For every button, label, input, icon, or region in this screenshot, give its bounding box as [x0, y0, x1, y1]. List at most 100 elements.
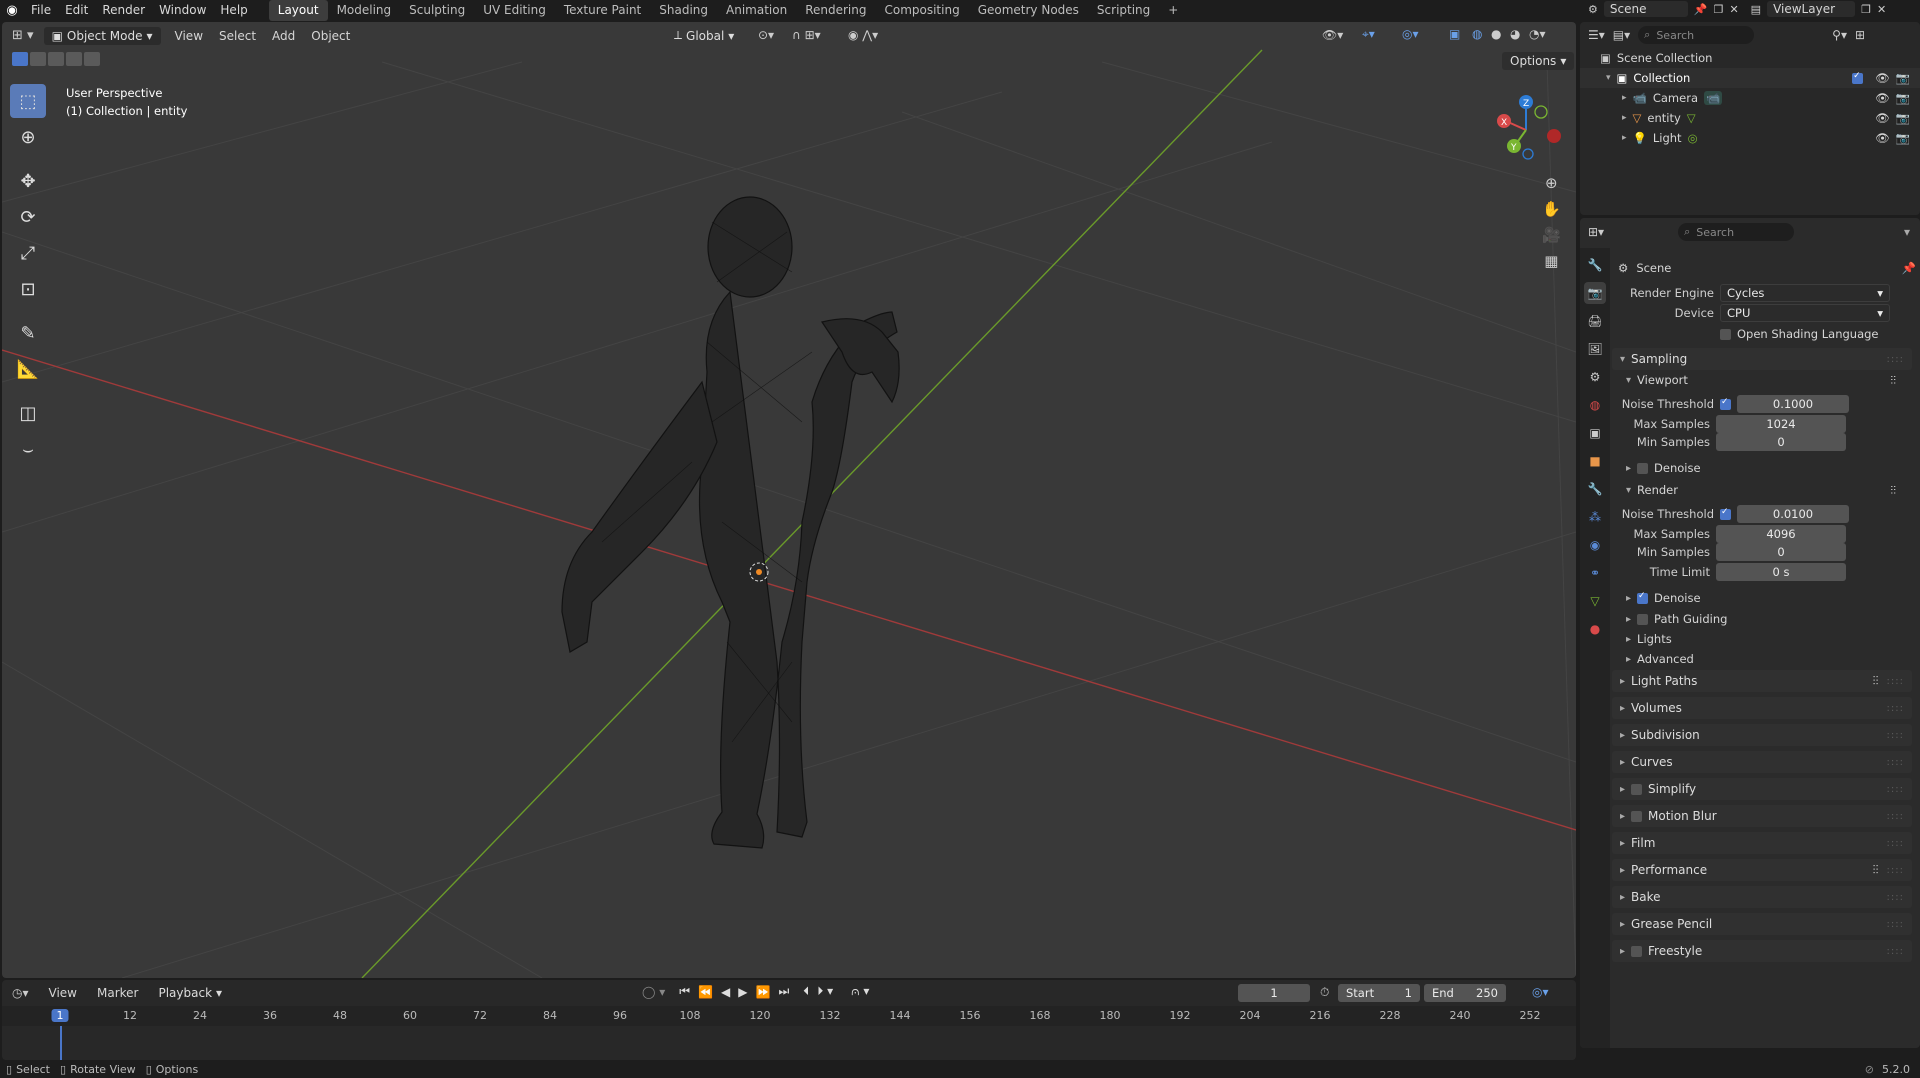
world-tab-icon[interactable]: ◍ — [1584, 394, 1606, 416]
noise-threshold-checkbox[interactable] — [1720, 507, 1731, 520]
zoom-icon[interactable]: ⊕ — [1545, 174, 1558, 192]
jump-end-icon[interactable]: ⏭ — [778, 984, 789, 999]
filter-icon[interactable]: ⚲▾ — [1832, 28, 1847, 42]
viewport-denoise-row[interactable]: ▸ Denoise — [1626, 458, 1912, 478]
object-tab-icon[interactable]: ■ — [1584, 450, 1606, 472]
viewport-subpanel-header[interactable]: ▾ Viewport ⫶⫶ — [1626, 370, 1912, 390]
tree-row-entity[interactable]: ▸ ▽ entity ▽ 👁 📷 — [1580, 108, 1920, 128]
delete-view-layer-icon[interactable]: ✕ — [1877, 3, 1886, 16]
scene-tab-icon[interactable]: ⚙ — [1584, 366, 1606, 388]
menu-object[interactable]: Object — [303, 27, 358, 45]
visibility-eye-icon[interactable]: 👁 — [1875, 131, 1890, 145]
render-camera-icon[interactable]: 📷 — [1896, 71, 1910, 85]
tree-row-scene-collection[interactable]: ▣ Scene Collection — [1580, 48, 1920, 68]
path-guiding-checkbox[interactable] — [1637, 613, 1649, 625]
timeline-track-area[interactable] — [2, 1026, 1576, 1060]
chevron-right-icon[interactable]: ▸ — [1622, 93, 1627, 103]
bake-panel-header[interactable]: ▸ Bake :::: — [1612, 886, 1912, 908]
material-tab-icon[interactable]: ● — [1584, 618, 1606, 640]
playback-dropdown[interactable]: Playback ▾ — [150, 984, 230, 1002]
freestyle-panel-header[interactable]: ▸ Freestyle :::: — [1612, 940, 1912, 962]
3d-viewport[interactable]: ⊞ ▾ ▣ Object Mode ▾ View Select Add Object… — [2, 22, 1576, 978]
noise-threshold-checkbox[interactable] — [1720, 397, 1731, 410]
render-tab-icon[interactable]: 📷 — [1584, 282, 1606, 304]
curves-panel-header[interactable]: ▸ Curves :::: — [1612, 751, 1912, 773]
start-frame-field[interactable]: Start 1 — [1338, 984, 1420, 1002]
drag-handle-icon[interactable]: :::: — [1887, 892, 1904, 903]
noise-threshold-field[interactable]: 0.0100 — [1737, 505, 1849, 523]
subdivision-panel-header[interactable]: ▸ Subdivision :::: — [1612, 724, 1912, 746]
pan-hand-icon[interactable]: ✋ — [1542, 200, 1561, 218]
visibility-eye-icon[interactable]: 👁 — [1875, 111, 1890, 125]
options-dropdown[interactable]: Options ▾ — [1502, 52, 1575, 70]
extrude-tool-icon[interactable]: ⌣ — [10, 432, 46, 466]
simplify-panel-header[interactable]: ▸ Simplify :::: — [1612, 778, 1912, 800]
tab-rendering[interactable]: Rendering — [796, 0, 875, 21]
motion-blur-panel-header[interactable]: ▸ Motion Blur :::: — [1612, 805, 1912, 827]
tab-geometry-nodes[interactable]: Geometry Nodes — [969, 0, 1088, 21]
drag-handle-icon[interactable]: :::: — [1887, 838, 1904, 849]
tab-modeling[interactable]: Modeling — [328, 0, 401, 21]
menu-edit[interactable]: Edit — [58, 0, 95, 21]
editor-type-icon[interactable]: ⊞ ▾ — [12, 28, 34, 43]
display-mode-icon[interactable]: ▤▾ — [1613, 28, 1630, 42]
timeline-menu-marker[interactable]: Marker — [89, 984, 146, 1002]
new-scene-icon[interactable]: ❐ — [1714, 3, 1724, 16]
timeline-menu-view[interactable]: View — [41, 984, 85, 1002]
tree-row-collection[interactable]: ▾ ▣ Collection 👁 📷 — [1580, 68, 1920, 88]
lights-subpanel-row[interactable]: ▸ Lights — [1626, 629, 1912, 649]
menu-help[interactable]: Help — [213, 0, 254, 21]
tab-sculpting[interactable]: Sculpting — [400, 0, 474, 21]
menu-add[interactable]: Add — [264, 27, 303, 45]
perspective-toggle-icon[interactable]: ▦ — [1544, 252, 1558, 270]
tab-layout[interactable]: Layout — [268, 0, 328, 21]
motion-blur-checkbox[interactable] — [1631, 810, 1643, 822]
noise-threshold-field[interactable]: 0.1000 — [1737, 395, 1849, 413]
drag-handle-icon[interactable]: :::: — [1887, 730, 1904, 741]
exclude-checkbox[interactable] — [1852, 71, 1864, 84]
wireframe-shading-icon[interactable]: ◍ — [1472, 27, 1482, 41]
material-shading-icon[interactable]: ◕ — [1510, 27, 1520, 41]
tab-texture-paint[interactable]: Texture Paint — [555, 0, 650, 21]
snap-timeline-icon[interactable]: ⩀ ▾ — [851, 984, 869, 999]
next-frame-icon[interactable]: ⏵ ▾ — [817, 984, 833, 999]
presets-icon[interactable]: ⫶⫶ — [1890, 373, 1896, 388]
max-samples-field[interactable]: 4096 — [1716, 525, 1846, 543]
view-layer-icon[interactable]: ▤ — [1751, 3, 1761, 16]
properties-search-input[interactable]: ⌕ Search — [1678, 223, 1795, 241]
view-layer-tab-icon[interactable]: 🖼 — [1584, 338, 1606, 360]
render-camera-icon[interactable]: 📷 — [1896, 131, 1910, 145]
select-new-icon[interactable] — [12, 52, 28, 66]
jump-keyframe-forward-icon[interactable]: ⏩ — [756, 985, 771, 999]
blender-logo-icon[interactable]: ◉ — [0, 3, 24, 18]
render-denoise-row[interactable]: ▸ Denoise — [1626, 588, 1912, 608]
menu-select[interactable]: Select — [211, 27, 264, 45]
scale-tool-icon[interactable]: ⤢ — [10, 236, 46, 270]
measure-tool-icon[interactable]: 📐 — [10, 352, 46, 386]
min-samples-field[interactable]: 0 — [1716, 543, 1846, 561]
rotate-tool-icon[interactable]: ⟳ — [10, 200, 46, 234]
modifier-tab-icon[interactable]: 🔧 — [1584, 478, 1606, 500]
tree-row-camera[interactable]: ▸ 📹 Camera 📹 👁 📷 — [1580, 88, 1920, 108]
chevron-down-icon[interactable]: ▾ — [1904, 225, 1910, 239]
min-samples-field[interactable]: 0 — [1716, 433, 1846, 451]
menu-render[interactable]: Render — [95, 0, 152, 21]
chevron-down-icon[interactable]: ▾ — [1606, 73, 1611, 83]
mode-selector[interactable]: ▣ Object Mode ▾ — [43, 26, 161, 45]
proportional-editing-icon[interactable]: ◉ ⋀▾ — [848, 28, 878, 42]
collection-tab-icon[interactable]: ▣ — [1584, 422, 1606, 444]
particles-tab-icon[interactable]: ⁂ — [1584, 506, 1606, 528]
drag-handle-icon[interactable]: :::: — [1887, 784, 1904, 795]
gizmo-toggle-icon[interactable]: ⌖▾ — [1362, 27, 1375, 42]
drag-handle-icon[interactable]: :::: — [1887, 703, 1904, 714]
film-panel-header[interactable]: ▸ Film :::: — [1612, 832, 1912, 854]
drag-handle-icon[interactable]: :::: — [1887, 946, 1904, 957]
auto-keying-icon[interactable]: ◯ ▾ — [642, 985, 665, 999]
drag-handle-icon[interactable]: :::: — [1887, 676, 1904, 687]
snap-icon[interactable]: ∩ ⊞▾ — [792, 28, 821, 42]
osl-checkbox[interactable] — [1720, 328, 1731, 340]
xray-toggle-icon[interactable]: ▣ — [1449, 27, 1460, 41]
presets-icon[interactable]: ⫶⫶ — [1873, 863, 1879, 878]
visibility-eye-icon[interactable]: 👁 — [1875, 71, 1890, 85]
drag-handle-icon[interactable]: :::: — [1887, 865, 1904, 876]
